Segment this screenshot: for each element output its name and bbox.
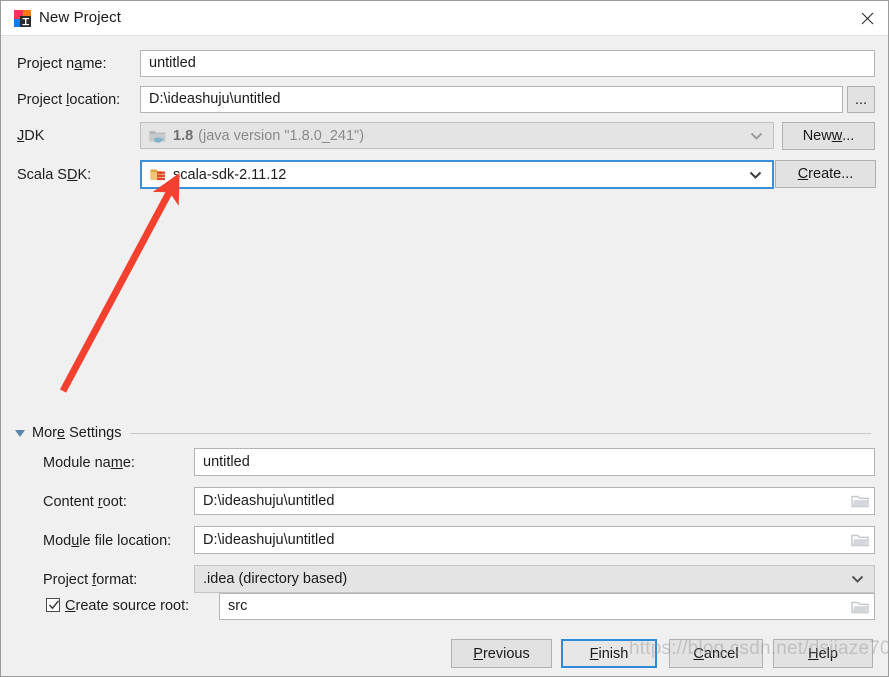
label-text-part: K: xyxy=(77,167,92,183)
project-location-label: Project location: xyxy=(17,92,120,108)
button-mnemonic: F xyxy=(589,645,599,662)
create-source-root-checkbox[interactable] xyxy=(46,598,60,612)
project-name-input[interactable]: untitled xyxy=(140,50,875,77)
button-text-part: revious xyxy=(482,645,530,662)
close-icon[interactable] xyxy=(844,1,888,35)
label-text-part: Mor xyxy=(32,425,57,441)
label-text-part: Content xyxy=(43,494,98,510)
more-settings-toggle[interactable]: More Settings xyxy=(15,423,875,443)
project-format-label: Project format: xyxy=(43,572,137,588)
module-file-location-label: Module file location: xyxy=(43,533,171,549)
label-mnemonic: C xyxy=(65,598,76,614)
project-location-browse-button[interactable]: ... xyxy=(847,86,875,113)
window-title: New Project xyxy=(39,9,121,26)
jdk-combobox[interactable]: 1.8 (java version "1.8.0_241") xyxy=(140,122,774,149)
label-mnemonic: e xyxy=(56,425,66,441)
create-source-root-label[interactable]: Create source root: xyxy=(65,598,189,614)
project-format-combobox[interactable]: .idea (directory based) xyxy=(194,565,875,593)
module-file-location-value: D:\ideashuju\untitled xyxy=(203,531,335,548)
label-text-part: Settings xyxy=(65,425,122,441)
scala-sdk-value: scala-sdk-2.11.12 xyxy=(173,166,287,183)
label-text-part: Scala S xyxy=(17,167,67,183)
content-root-label: Content root: xyxy=(43,494,127,510)
module-file-location-input[interactable]: D:\ideashuju\untitled xyxy=(194,526,875,554)
chevron-down-icon[interactable] xyxy=(749,170,762,179)
button-text-part: ... xyxy=(842,128,855,144)
label-text-part: reate source root: xyxy=(75,598,190,614)
folder-icon[interactable] xyxy=(851,494,869,509)
label-text-part: DK xyxy=(24,128,45,144)
folder-icon[interactable] xyxy=(851,599,869,614)
project-name-value: untitled xyxy=(149,55,196,72)
module-name-input[interactable]: untitled xyxy=(194,448,875,476)
label-text-part: Project n xyxy=(17,56,75,72)
create-source-root-input[interactable]: src xyxy=(219,593,875,620)
button-mnemonic: w xyxy=(831,128,843,144)
folder-icon[interactable] xyxy=(851,533,869,548)
scala-sdk-folder-icon xyxy=(150,167,167,182)
module-name-label: Module name: xyxy=(43,455,135,471)
intellij-idea-icon xyxy=(13,9,32,28)
content-root-value: D:\ideashuju\untitled xyxy=(203,492,335,509)
label-text-part: Project xyxy=(43,572,93,588)
label-text-part: e: xyxy=(122,455,135,471)
project-format-value: .idea (directory based) xyxy=(203,571,348,587)
button-mnemonic: C xyxy=(797,166,809,182)
watermark-text: https://blog.csdn.net/dsjiaze70727 xyxy=(629,638,889,659)
chevron-down-icon[interactable] xyxy=(851,575,864,584)
jdk-new-button[interactable]: New w... xyxy=(782,122,875,150)
section-divider xyxy=(130,432,871,434)
label-text-part: me: xyxy=(82,56,107,72)
scala-sdk-create-button[interactable]: Create... xyxy=(775,160,876,188)
label-text-part: Mod xyxy=(43,533,72,549)
button-text-part: reate... xyxy=(808,166,854,182)
label-text-part: le file location: xyxy=(79,533,172,549)
chevron-down-icon[interactable] xyxy=(750,131,763,140)
module-name-value: untitled xyxy=(203,453,250,470)
button-text-part: inish xyxy=(598,645,629,662)
scala-sdk-combobox[interactable]: scala-sdk-2.11.12 xyxy=(140,160,774,189)
content-root-input[interactable]: D:\ideashuju\untitled xyxy=(194,487,875,515)
label-text-part: Module na xyxy=(43,455,111,471)
jdk-folder-icon xyxy=(149,128,166,143)
jdk-version-value: 1.8 xyxy=(173,127,194,144)
label-text-part: ormat: xyxy=(96,572,138,588)
previous-button[interactable]: Previous xyxy=(451,639,552,668)
label-mnemonic: D xyxy=(66,167,78,183)
create-source-root-value: src xyxy=(228,598,248,615)
label-text-part: ocation: xyxy=(69,92,121,108)
jdk-version-detail: (java version "1.8.0_241") xyxy=(198,127,365,144)
title-bar: New Project xyxy=(1,1,888,36)
more-settings-label: More Settings xyxy=(32,425,121,441)
jdk-label: JDK xyxy=(17,128,44,144)
label-text-part: oot: xyxy=(102,494,127,510)
new-project-dialog: New Project Project name: untitled Proje… xyxy=(0,0,889,677)
project-location-value: D:\ideashuju\untitled xyxy=(149,91,281,108)
label-text-part: Project xyxy=(17,92,67,108)
button-text-part: New xyxy=(802,128,832,144)
triangle-down-icon xyxy=(15,429,25,437)
button-mnemonic: P xyxy=(473,645,483,662)
project-location-input[interactable]: D:\ideashuju\untitled xyxy=(140,86,843,113)
label-mnemonic: m xyxy=(110,455,123,471)
browse-ellipsis-label: ... xyxy=(854,91,868,108)
project-name-label: Project name: xyxy=(17,56,106,72)
scala-sdk-label: Scala SDK: xyxy=(17,167,91,183)
